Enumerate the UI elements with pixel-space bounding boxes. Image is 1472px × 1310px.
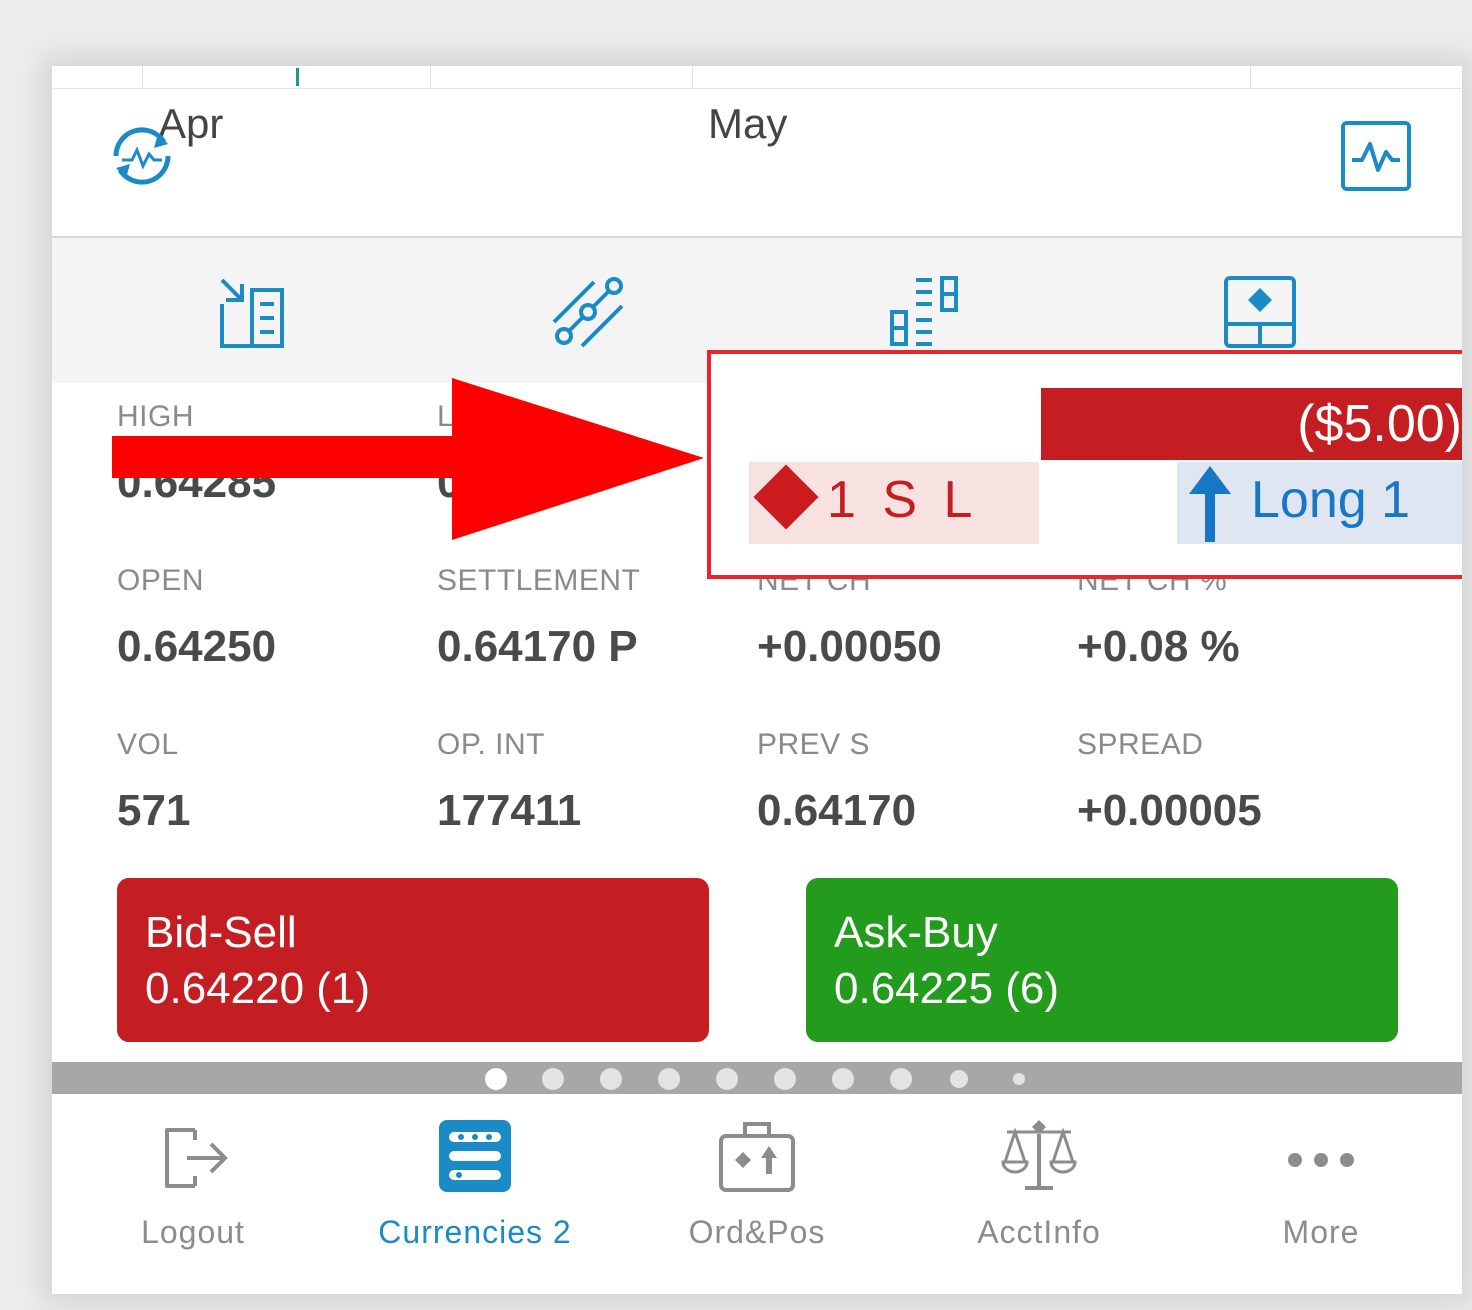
- stat-value-settlement: 0.64170 P: [437, 622, 638, 671]
- refresh-chart-icon[interactable]: [102, 116, 182, 196]
- stat-label-settlement: SETTLEMENT: [437, 564, 641, 597]
- tab-logout[interactable]: Logout: [52, 1094, 334, 1294]
- page-dot[interactable]: [716, 1068, 738, 1090]
- page-dot[interactable]: [658, 1068, 680, 1090]
- chart-area[interactable]: Apr May: [52, 66, 1462, 236]
- long-position-label: Long 1: [1251, 471, 1411, 529]
- stat-value-open: 0.64250: [117, 622, 277, 671]
- briefcase-icon: [719, 1122, 795, 1192]
- tab-ord-pos-label: Ord&Pos: [688, 1214, 826, 1250]
- chart-gridline: [692, 66, 693, 90]
- order-ticket-icon[interactable]: [1222, 274, 1298, 350]
- bid-sell-button[interactable]: Bid-Sell 0.64220 (1): [117, 878, 709, 1042]
- long-position-indicator[interactable]: Long 1: [1177, 462, 1462, 544]
- logout-icon: [165, 1128, 228, 1188]
- page-dot[interactable]: [832, 1068, 854, 1090]
- tab-acctinfo[interactable]: AcctInfo: [898, 1094, 1180, 1294]
- ask-buy-label: Ask-Buy: [834, 908, 998, 957]
- stat-value-vol: 571: [117, 786, 191, 835]
- chart-gridline: [430, 66, 431, 90]
- bottom-tab-bar: Logout Currencies 2 Ord&Pos AcctInfo Mor…: [52, 1094, 1462, 1294]
- stat-label-prev-s: PREV S: [757, 728, 871, 761]
- tab-logout-label: Logout: [141, 1214, 245, 1250]
- tab-ord-pos[interactable]: Ord&Pos: [616, 1094, 898, 1294]
- up-arrow-icon: [1189, 466, 1231, 542]
- bid-sell-price: 0.64220 (1): [145, 964, 371, 1013]
- annotation-arrow-icon: [112, 378, 704, 540]
- stat-label-vol: VOL: [117, 728, 179, 761]
- ask-buy-button[interactable]: Ask-Buy 0.64225 (6): [806, 878, 1398, 1042]
- tab-currencies-2[interactable]: Currencies 2: [334, 1094, 616, 1294]
- scales-icon: [1001, 1120, 1077, 1190]
- stop-loss-label: 1 S L: [827, 471, 979, 529]
- depth-ladder-icon[interactable]: [886, 274, 962, 350]
- page-dot[interactable]: [542, 1068, 564, 1090]
- currencies-icon: [439, 1120, 511, 1192]
- tab-acctinfo-label: AcctInfo: [977, 1214, 1101, 1250]
- stop-diamond-icon: [753, 464, 819, 530]
- ask-buy-price: 0.64225 (6): [834, 964, 1060, 1013]
- stat-value-net-ch-pct: +0.08 %: [1077, 622, 1240, 671]
- trendline-tool-icon[interactable]: [550, 274, 626, 350]
- tab-currencies-label: Currencies 2: [378, 1214, 572, 1250]
- chart-gridline: [142, 66, 143, 90]
- stat-value-spread: +0.00005: [1077, 786, 1262, 835]
- stat-value-op-int: 177411: [437, 786, 582, 835]
- tab-more[interactable]: More: [1180, 1094, 1462, 1294]
- page-dot[interactable]: [890, 1068, 912, 1090]
- app-screen: Apr May HIGH 0.64285 L 0 OPEN 0.64250 SE…: [52, 66, 1462, 1294]
- position-highlight-box: ($5.00) 1 S L Long 1: [707, 350, 1462, 579]
- page-dot[interactable]: [600, 1068, 622, 1090]
- open-pnl-bar[interactable]: ($5.00): [1041, 388, 1462, 460]
- page-dot-active[interactable]: [485, 1068, 507, 1090]
- page-indicator[interactable]: [52, 1062, 1462, 1094]
- stat-label-open: OPEN: [117, 564, 205, 597]
- page-dot[interactable]: [774, 1068, 796, 1090]
- import-list-icon[interactable]: [216, 274, 292, 350]
- bid-sell-label: Bid-Sell: [145, 908, 297, 957]
- chart-candle: [296, 68, 299, 86]
- month-label-may: May: [708, 100, 788, 147]
- tab-more-label: More: [1282, 1214, 1360, 1250]
- page-dot[interactable]: [1013, 1073, 1025, 1085]
- stat-label-op-int: OP. INT: [437, 728, 545, 761]
- chart-gridline: [1250, 66, 1251, 90]
- stat-value-net-ch: +0.00050: [757, 622, 942, 671]
- stat-value-prev-s: 0.64170: [757, 786, 917, 835]
- stop-loss-indicator[interactable]: 1 S L: [749, 462, 1039, 544]
- stat-label-spread: SPREAD: [1077, 728, 1204, 761]
- chart-axis-line: [52, 88, 1462, 89]
- more-icon: [1288, 1153, 1354, 1167]
- page-dot[interactable]: [950, 1070, 968, 1088]
- chart-view-icon[interactable]: [1340, 120, 1412, 192]
